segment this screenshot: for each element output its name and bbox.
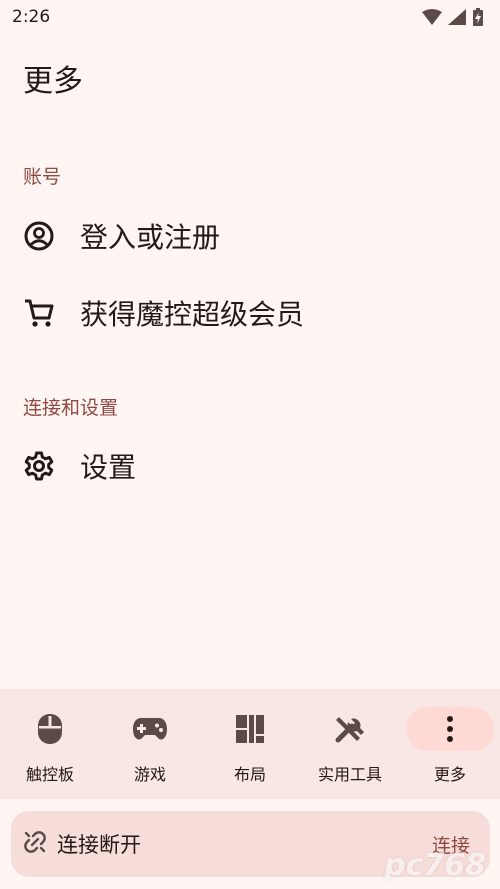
nav-label: 更多 [433,765,466,784]
gear-icon [22,449,56,483]
section-header-account: 账号 [23,166,62,188]
menu-item-sign-in[interactable]: 登入或注册 [0,201,500,271]
layout-icon [206,707,294,751]
page-title: 更多 [23,64,83,99]
nav-label: 实用工具 [317,765,382,784]
nav-item-game[interactable]: 游戏 [100,689,200,799]
section-header-connection: 连接和设置 [23,397,119,419]
status-icons [422,8,484,26]
mouse-icon [6,707,94,751]
nav-item-layout[interactable]: 布局 [200,689,300,799]
cart-icon [22,296,56,330]
status-time: 2:26 [12,7,51,27]
nav-label: 游戏 [133,765,166,784]
account-circle-icon [22,219,56,253]
nav-label: 布局 [233,765,266,784]
menu-item-premium[interactable]: 获得魔控超级会员 [0,278,500,348]
menu-item-label: 获得魔控超级会员 [80,298,305,331]
tools-icon [306,707,394,751]
nav-label: 触控板 [25,765,74,784]
bottom-navigation: 触控板 游戏 布局 实用工具 更多 [0,689,500,799]
menu-item-label: 登入或注册 [80,221,221,254]
battery-icon [473,8,483,26]
wifi-icon [422,9,442,25]
more-vert-icon [406,707,494,751]
nav-item-more[interactable]: 更多 [400,689,500,799]
status-bar: 2:26 [0,0,500,34]
signal-icon [448,9,466,25]
watermark: pc768 [384,848,486,883]
link-off-icon [23,830,47,858]
connection-status: 连接断开 [57,833,141,857]
menu-item-label: 设置 [80,451,137,484]
menu-item-settings[interactable]: 设置 [0,431,500,501]
nav-item-tools[interactable]: 实用工具 [300,689,400,799]
nav-item-touchpad[interactable]: 触控板 [0,689,100,799]
gamepad-icon [106,707,194,751]
